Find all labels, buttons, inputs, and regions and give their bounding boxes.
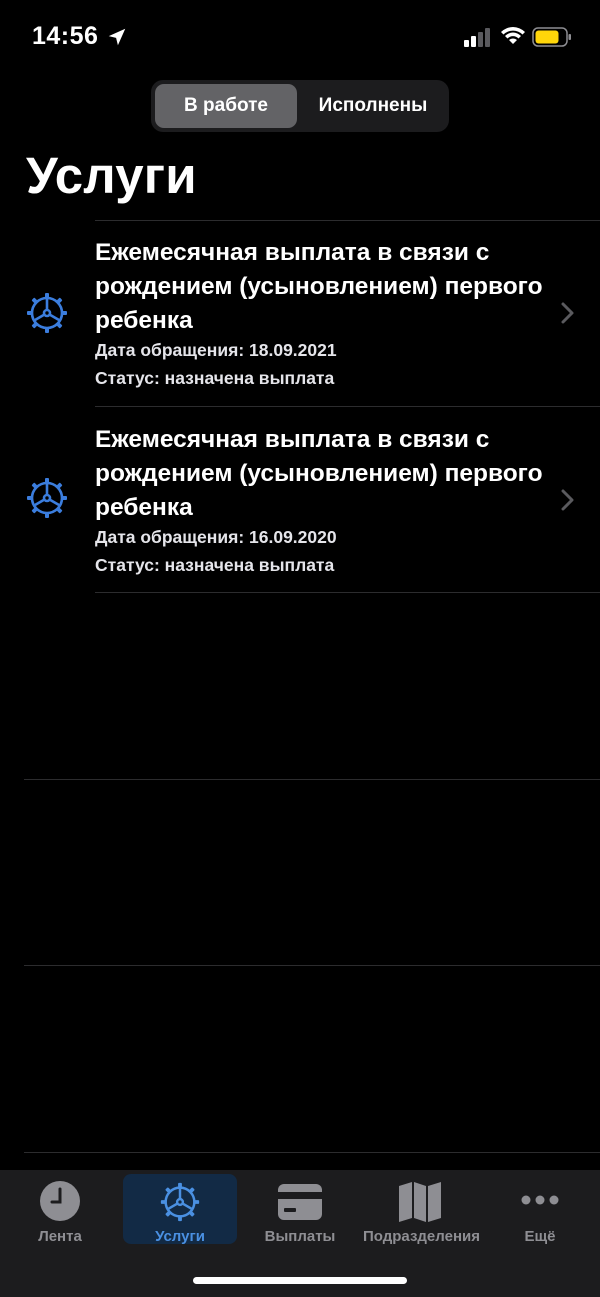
segment-completed[interactable]: Исполнены [301,84,445,128]
service-list-item[interactable]: Ежемесячная выплата в связи с рождением … [0,220,600,406]
tab-feed[interactable]: Лента [3,1174,117,1245]
more-dots-icon [521,1195,559,1205]
tab-label: Выплаты [264,1228,336,1245]
chevron-right-icon [561,302,574,324]
service-status: Статус: назначена выплата [95,368,335,388]
divider [24,1152,600,1153]
tab-label: Услуги [155,1228,205,1245]
chevron-right-icon [561,489,574,511]
clock-icon [40,1181,80,1221]
divider [24,965,600,966]
gear-icon [27,293,67,333]
map-icon [399,1182,441,1222]
status-bar: 14:56 [0,0,600,76]
divider [95,592,600,593]
tab-label: Лента [38,1228,82,1245]
location-arrow-icon [108,28,126,46]
service-title: Ежемесячная выплата в связи с рождением … [95,426,543,521]
tab-label: Ещё [524,1228,556,1245]
tab-services[interactable]: Услуги [123,1174,237,1245]
service-date: Дата обращения: 18.09.2021 [95,340,337,360]
service-list-item[interactable]: Ежемесячная выплата в связи с рождением … [0,407,600,593]
gear-icon [160,1182,200,1222]
tab-label: Подразделения [363,1228,480,1245]
gear-icon [27,478,67,518]
divider [24,779,600,780]
page-title: Услуги [26,147,197,204]
service-title: Ежемесячная выплата в связи с рождением … [95,239,543,334]
cellular-signal-icon [464,28,490,47]
service-date: Дата обращения: 16.09.2020 [95,527,337,547]
home-indicator [193,1277,407,1284]
service-status: Статус: назначена выплата [95,555,335,575]
segmented-control: В работе Исполнены [151,80,449,132]
tab-payments[interactable]: Выплаты [243,1174,357,1245]
tab-departments[interactable]: Подразделения [363,1174,480,1245]
card-icon [278,1184,322,1220]
tab-more[interactable]: Ещё [483,1174,597,1245]
status-time: 14:56 [32,22,99,50]
segment-in-progress[interactable]: В работе [155,84,297,128]
battery-icon [532,27,571,47]
wifi-icon [501,27,525,44]
